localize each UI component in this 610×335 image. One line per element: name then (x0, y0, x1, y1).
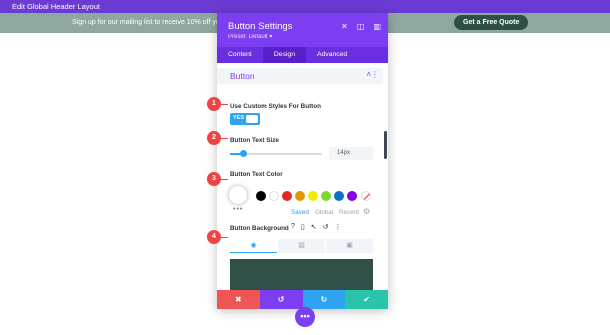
text-size-slider-handle[interactable] (240, 150, 247, 157)
gear-icon[interactable]: ⚙ (363, 207, 370, 216)
panel-tabs: Content Design Advanced (217, 47, 388, 63)
step-marker-1: 1 (207, 97, 221, 111)
cancel-button[interactable]: ✖ (217, 290, 260, 309)
more-colors-icon[interactable]: ••• (233, 206, 243, 213)
help-icon[interactable]: ? (291, 223, 295, 231)
quote-button[interactable]: Get a Free Quote (454, 15, 529, 30)
color-swatch-black[interactable] (256, 191, 266, 201)
bg-image-tab-icon[interactable]: ▣ (326, 239, 373, 253)
section-button-header[interactable]: Button ˄ ⋮ (217, 68, 383, 84)
undo-button[interactable]: ↺ (259, 290, 303, 309)
top-bar: Edit Global Header Layout (0, 0, 610, 13)
close-icon[interactable]: ✕ (341, 22, 348, 31)
tab-content[interactable]: Content (217, 47, 263, 63)
tab-design[interactable]: Design (262, 47, 306, 63)
background-type-tabs: ◉ ▨ ▣ (230, 239, 373, 253)
step-marker-4: 4 (207, 230, 221, 244)
hover-icon[interactable]: ↖ (311, 223, 317, 231)
color-swatch-blue[interactable] (334, 191, 344, 201)
color-tab-global[interactable]: Global (315, 209, 333, 216)
custom-styles-label: Use Custom Styles For Button (230, 103, 321, 110)
page-title: Edit Global Header Layout (12, 2, 100, 11)
text-color-label: Button Text Color (230, 171, 283, 178)
mobile-icon[interactable]: ▯ (301, 223, 305, 231)
redo-button[interactable]: ↻ (302, 290, 346, 309)
tab-advanced[interactable]: Advanced (306, 47, 358, 63)
background-label: Button Background (230, 225, 289, 232)
section-menu-icon[interactable]: ⋮ (371, 70, 379, 79)
bg-color-tab-icon[interactable]: ◉ (230, 239, 277, 253)
panel-header: Button Settings Preset: Default ▾ ✕ ◫ ▥ (217, 13, 388, 47)
color-swatch-green[interactable] (321, 191, 331, 201)
banner-text: Sign up for our mailing list to receive … (72, 19, 217, 26)
step-marker-2: 2 (207, 131, 221, 145)
text-size-input[interactable]: 14px (329, 147, 373, 160)
color-swatch-red[interactable] (282, 191, 292, 201)
step-marker-3: 3 (207, 172, 221, 186)
color-swatch-none[interactable] (361, 191, 371, 201)
builder-menu-button[interactable]: ••• (295, 307, 315, 327)
bg-gradient-tab-icon[interactable]: ▨ (278, 239, 325, 253)
color-swatch-orange[interactable] (295, 191, 305, 201)
color-swatch-yellow[interactable] (308, 191, 318, 201)
color-swatch-purple[interactable] (347, 191, 357, 201)
toggle-knob (246, 115, 258, 123)
color-picker-button[interactable] (228, 185, 248, 205)
expand-icon[interactable]: ◫ (357, 22, 365, 31)
toggle-yes-label: YES (233, 115, 245, 121)
reset-icon[interactable]: ↺ (323, 223, 329, 231)
custom-styles-toggle[interactable]: YES (230, 113, 260, 125)
save-button[interactable]: ✔ (345, 290, 388, 309)
color-tab-recent[interactable]: Recent (339, 209, 359, 216)
preset-select[interactable]: Preset: Default ▾ (228, 33, 272, 40)
panel-scrollbar[interactable] (384, 131, 387, 159)
color-tab-saved[interactable]: Saved (291, 209, 309, 216)
color-swatch-white[interactable] (269, 191, 279, 201)
button-settings-panel: Button Settings Preset: Default ▾ ✕ ◫ ▥ … (217, 13, 388, 309)
text-size-label: Button Text Size (230, 137, 279, 144)
panel-body: Button ˄ ⋮ Use Custom Styles For Button … (217, 63, 388, 290)
section-title: Button (230, 71, 255, 81)
panel-title: Button Settings (228, 21, 293, 32)
sidebar-icon[interactable]: ▥ (373, 22, 381, 31)
background-color-preview[interactable] (230, 259, 373, 290)
options-icon[interactable]: ⋮ (335, 223, 342, 231)
